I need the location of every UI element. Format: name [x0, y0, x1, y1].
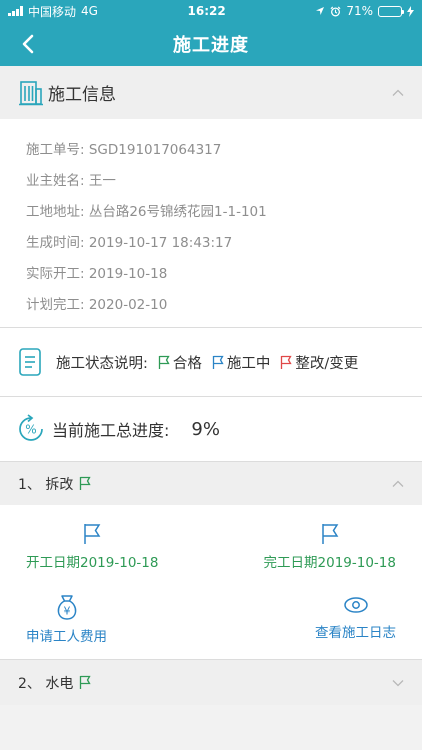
info-list: 施工单号: SGD191017064317 业主姓名: 王一 工地地址: 丛台路…	[0, 119, 422, 327]
percent-cycle-icon: %	[19, 414, 43, 441]
charging-icon	[406, 5, 414, 17]
clock: 16:22	[187, 4, 226, 18]
overall-progress: % 当前施工总进度: 9%	[0, 397, 422, 461]
building-icon	[19, 80, 43, 105]
carrier-label: 中国移动	[28, 4, 77, 19]
document-icon	[19, 348, 41, 376]
location-icon	[316, 7, 325, 15]
svg-text:¥: ¥	[63, 605, 70, 618]
money-bag-icon: ¥	[57, 595, 76, 620]
end-date-cell: 完工日期2019-10-18	[264, 523, 396, 571]
status-legend-label: 施工状态说明:	[56, 355, 148, 372]
info-owner-name: 业主姓名: 王一	[26, 173, 116, 189]
flag-blue-icon	[212, 355, 224, 369]
flag-red-icon	[281, 355, 293, 369]
start-date-cell: 开工日期2019-10-18	[26, 523, 158, 571]
info-section-header[interactable]: 施工信息	[0, 66, 422, 119]
info-created-time: 生成时间: 2019-10-17 18:43:17	[26, 235, 233, 251]
flag-blue-icon	[322, 524, 339, 544]
legend-in-progress-label: 施工中	[226, 355, 271, 372]
top-bar: 中国移动 4G 16:22 71% 施工进度	[0, 0, 422, 66]
network-label: 4G	[81, 4, 98, 18]
apply-fee-button[interactable]: ¥ 申请工人费用	[26, 593, 107, 645]
status-legend: 施工状态说明: 合格 施工中 整改/变更	[0, 328, 422, 396]
legend-rectify-label: 整改/变更	[295, 355, 359, 372]
svg-text:%: %	[25, 423, 36, 437]
progress-value: 9%	[191, 418, 220, 440]
info-site-address: 工地地址: 丛台路26号锦绣花园1-1-101	[26, 204, 267, 220]
legend-qualified-label: 合格	[172, 355, 202, 372]
stage-title: 2、 水电	[18, 675, 74, 692]
signal-icon	[8, 6, 23, 16]
battery-icon	[377, 5, 404, 17]
info-section-title: 施工信息	[48, 85, 116, 105]
eye-icon	[343, 597, 368, 613]
flag-green-icon	[158, 355, 170, 369]
stage-title: 1、 拆改	[18, 476, 74, 493]
chevron-up-icon	[392, 89, 404, 96]
flag-green-icon	[80, 476, 91, 490]
alarm-icon	[330, 5, 341, 16]
chevron-down-icon	[392, 679, 404, 686]
flag-green-icon	[80, 675, 91, 689]
legend-rectify: 整改/变更	[280, 352, 358, 373]
info-order-number: 施工单号: SGD191017064317	[26, 142, 222, 158]
progress-label: 当前施工总进度:	[52, 421, 170, 440]
legend-in-progress: 施工中	[212, 352, 271, 373]
start-date: 开工日期2019-10-18	[26, 555, 159, 571]
back-button[interactable]	[14, 30, 42, 58]
apply-fee-label: 申请工人费用	[26, 629, 107, 645]
chevron-left-icon	[22, 34, 34, 54]
page-title: 施工进度	[173, 35, 249, 56]
legend-qualified: 合格	[158, 352, 202, 373]
battery-percent: 71%	[346, 4, 373, 18]
nav-bar: 施工进度	[0, 22, 422, 66]
chevron-up-icon	[392, 480, 404, 487]
stage-header-plumbing-electrical[interactable]: 2、 水电	[0, 659, 422, 705]
flag-blue-icon	[84, 524, 101, 544]
info-planned-finish: 计划完工: 2020-02-10	[26, 297, 168, 313]
status-bar: 中国移动 4G 16:22 71%	[0, 0, 422, 22]
stage-body-demolition: 开工日期2019-10-18 完工日期2019-10-18 ¥ 申请工人费用 查…	[0, 505, 422, 659]
stage-header-demolition[interactable]: 1、 拆改	[0, 461, 422, 505]
info-actual-start: 实际开工: 2019-10-18	[26, 266, 168, 282]
view-log-label: 查看施工日志	[315, 625, 396, 641]
view-log-button[interactable]: 查看施工日志	[315, 593, 396, 645]
end-date: 完工日期2019-10-18	[263, 555, 396, 571]
